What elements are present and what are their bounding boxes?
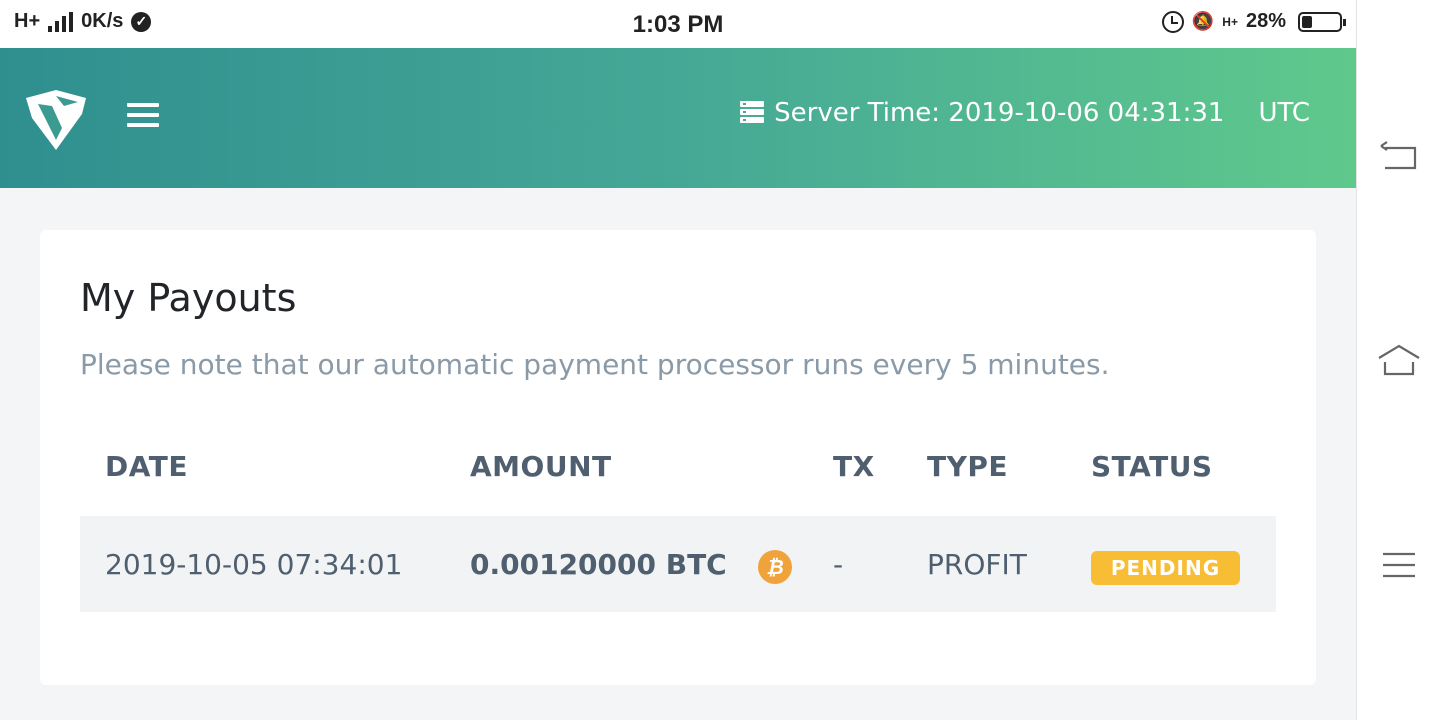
table-header: DATE AMOUNT TX TYPE STATUS <box>80 430 1276 516</box>
status-badge: PENDING <box>1091 551 1240 585</box>
server-time-label: Server Time: 2019-10-06 04:31:31 <box>774 98 1225 128</box>
app-header: Server Time: 2019-10-06 04:31:31 UTC <box>0 48 1356 188</box>
recent-apps-icon[interactable] <box>1377 546 1421 586</box>
payouts-card: My Payouts Please note that our automati… <box>40 230 1316 685</box>
server-time: Server Time: 2019-10-06 04:31:31 UTC <box>740 98 1310 128</box>
bitcoin-icon: ₿ <box>758 550 792 584</box>
column-status[interactable]: STATUS <box>1091 450 1213 483</box>
alarm-icon <box>1161 10 1184 33</box>
page-title: My Payouts <box>80 276 297 320</box>
payout-type: PROFIT <box>927 548 1027 581</box>
payment-note: Please note that our automatic payment p… <box>80 348 1110 381</box>
status-time: 1:03 PM <box>632 11 724 38</box>
payout-date: 2019-10-05 07:34:01 <box>105 548 403 581</box>
back-icon[interactable] <box>1377 136 1421 176</box>
battery-icon <box>1298 11 1346 32</box>
network-type-small: H+ <box>1222 14 1238 29</box>
column-date[interactable]: DATE <box>105 450 188 483</box>
column-type[interactable]: TYPE <box>927 450 1008 483</box>
table-row[interactable]: 2019-10-05 07:34:01 0.00120000 BTC ₿ - P… <box>80 516 1276 612</box>
system-nav-bar <box>1356 0 1440 720</box>
column-amount[interactable]: AMOUNT <box>470 450 612 483</box>
menu-toggle-button[interactable] <box>127 103 159 129</box>
status-bar-right: 🔕 H+ 28% <box>1161 10 1346 33</box>
status-bar: H+ 0K/s ✓ 1:03 PM 🔕 H+ 28% <box>0 0 1356 48</box>
logo-icon[interactable] <box>22 88 90 152</box>
bell-muted-icon: 🔕 <box>1191 11 1215 31</box>
payout-tx: - <box>833 548 844 581</box>
server-timezone: UTC <box>1258 98 1310 128</box>
home-icon[interactable] <box>1377 340 1421 380</box>
payouts-table: DATE AMOUNT TX TYPE STATUS 2019-10-05 07… <box>80 430 1276 612</box>
server-icon <box>740 101 765 125</box>
battery-percent: 28% <box>1245 10 1286 32</box>
column-tx[interactable]: TX <box>833 450 875 483</box>
payout-amount: 0.00120000 BTC <box>470 548 727 581</box>
